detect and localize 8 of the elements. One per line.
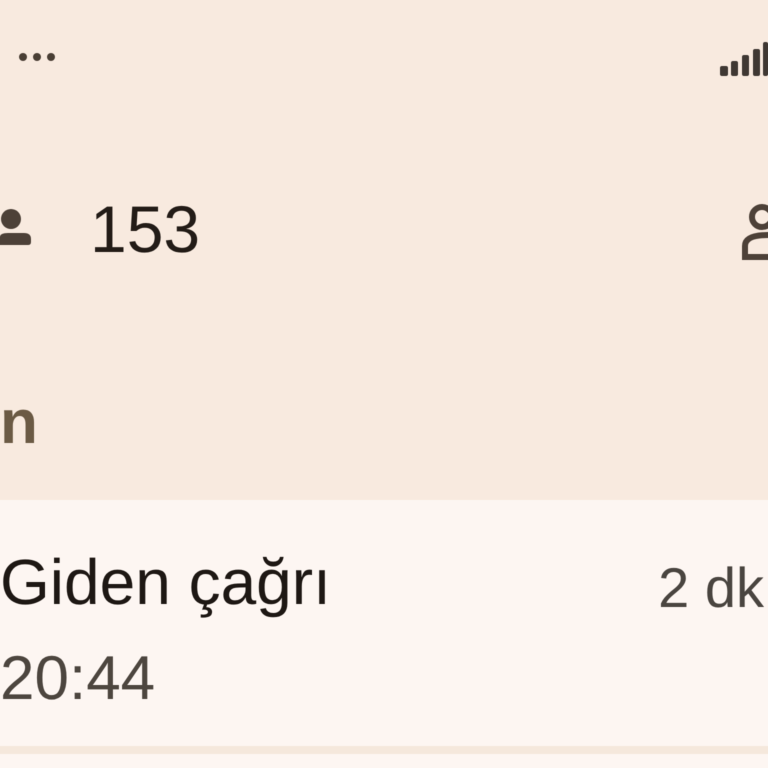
- person-outline-icon: [742, 204, 768, 260]
- contact-count: 153: [90, 196, 200, 262]
- call-log-item[interactable]: Giden çağrı 20:44 2 dk: [0, 500, 768, 746]
- signal-icon: [720, 42, 768, 76]
- more-notifications-icon: [18, 52, 56, 62]
- call-time: 20:44: [0, 648, 156, 710]
- call-duration: 2 dk: [658, 560, 764, 616]
- section-title: n: [0, 392, 38, 454]
